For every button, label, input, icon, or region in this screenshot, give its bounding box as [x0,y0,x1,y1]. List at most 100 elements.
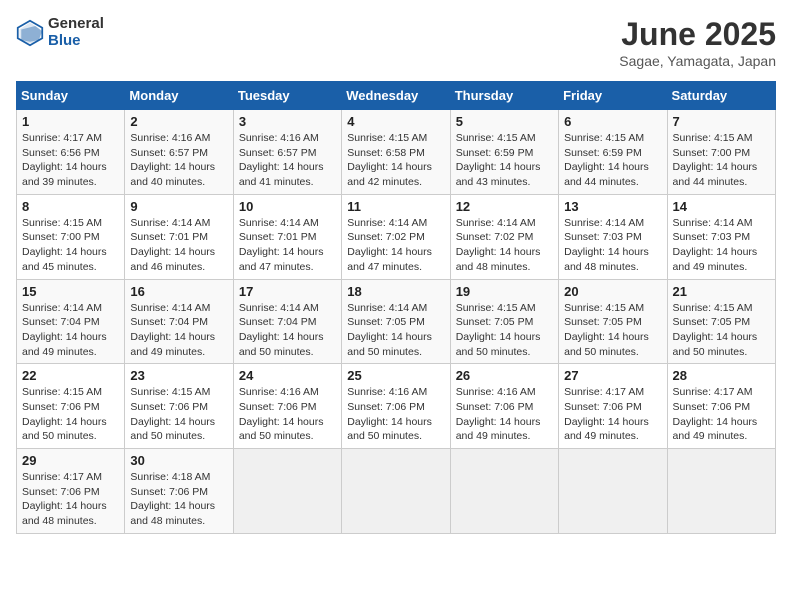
day-number: 30 [130,453,227,468]
sunset-label: Sunset: 6:59 PM [456,147,534,159]
daylight-label: Daylight: 14 hours and 39 minutes. [22,161,107,188]
daylight-label: Daylight: 14 hours and 42 minutes. [347,161,432,188]
day-info: Sunrise: 4:14 AM Sunset: 7:04 PM Dayligh… [22,301,119,360]
sunset-label: Sunset: 7:02 PM [347,231,425,243]
sunrise-label: Sunrise: 4:15 AM [347,132,427,144]
day-number: 27 [564,368,661,383]
day-info: Sunrise: 4:14 AM Sunset: 7:03 PM Dayligh… [673,216,770,275]
day-info: Sunrise: 4:15 AM Sunset: 6:59 PM Dayligh… [456,131,553,190]
sunset-label: Sunset: 7:06 PM [347,401,425,413]
daylight-label: Daylight: 14 hours and 49 minutes. [22,331,107,358]
sunset-label: Sunset: 7:01 PM [130,231,208,243]
sunset-label: Sunset: 7:06 PM [673,401,751,413]
day-info: Sunrise: 4:15 AM Sunset: 6:58 PM Dayligh… [347,131,444,190]
table-row: 27 Sunrise: 4:17 AM Sunset: 7:06 PM Dayl… [559,364,667,449]
sunset-label: Sunset: 7:00 PM [673,147,751,159]
daylight-label: Daylight: 14 hours and 48 minutes. [564,246,649,273]
table-row [559,449,667,534]
sunrise-label: Sunrise: 4:16 AM [130,132,210,144]
day-info: Sunrise: 4:16 AM Sunset: 7:06 PM Dayligh… [456,385,553,444]
table-row: 21 Sunrise: 4:15 AM Sunset: 7:05 PM Dayl… [667,279,775,364]
table-row: 28 Sunrise: 4:17 AM Sunset: 7:06 PM Dayl… [667,364,775,449]
sunset-label: Sunset: 7:06 PM [22,486,100,498]
sunset-label: Sunset: 6:58 PM [347,147,425,159]
sunrise-label: Sunrise: 4:17 AM [22,132,102,144]
day-info: Sunrise: 4:14 AM Sunset: 7:02 PM Dayligh… [456,216,553,275]
day-number: 10 [239,199,336,214]
day-info: Sunrise: 4:18 AM Sunset: 7:06 PM Dayligh… [130,470,227,529]
sunrise-label: Sunrise: 4:14 AM [673,217,753,229]
sunrise-label: Sunrise: 4:16 AM [239,386,319,398]
day-info: Sunrise: 4:15 AM Sunset: 7:00 PM Dayligh… [22,216,119,275]
sunrise-label: Sunrise: 4:17 AM [673,386,753,398]
table-row: 19 Sunrise: 4:15 AM Sunset: 7:05 PM Dayl… [450,279,558,364]
daylight-label: Daylight: 14 hours and 50 minutes. [673,331,758,358]
daylight-label: Daylight: 14 hours and 50 minutes. [239,331,324,358]
table-row [450,449,558,534]
day-number: 26 [456,368,553,383]
day-number: 11 [347,199,444,214]
calendar-title: June 2025 [619,16,776,53]
sunrise-label: Sunrise: 4:14 AM [22,302,102,314]
table-row: 30 Sunrise: 4:18 AM Sunset: 7:06 PM Dayl… [125,449,233,534]
sunrise-label: Sunrise: 4:15 AM [130,386,210,398]
sunrise-label: Sunrise: 4:18 AM [130,471,210,483]
sunset-label: Sunset: 7:05 PM [673,316,751,328]
sunrise-label: Sunrise: 4:15 AM [456,132,536,144]
table-row: 29 Sunrise: 4:17 AM Sunset: 7:06 PM Dayl… [17,449,125,534]
sunrise-label: Sunrise: 4:15 AM [673,132,753,144]
day-number: 17 [239,284,336,299]
sunset-label: Sunset: 7:04 PM [130,316,208,328]
table-row: 10 Sunrise: 4:14 AM Sunset: 7:01 PM Dayl… [233,194,341,279]
table-row: 8 Sunrise: 4:15 AM Sunset: 7:00 PM Dayli… [17,194,125,279]
daylight-label: Daylight: 14 hours and 49 minutes. [673,416,758,443]
day-info: Sunrise: 4:16 AM Sunset: 6:57 PM Dayligh… [239,131,336,190]
table-row: 3 Sunrise: 4:16 AM Sunset: 6:57 PM Dayli… [233,110,341,195]
sunset-label: Sunset: 7:00 PM [22,231,100,243]
daylight-label: Daylight: 14 hours and 50 minutes. [564,331,649,358]
day-number: 23 [130,368,227,383]
daylight-label: Daylight: 14 hours and 44 minutes. [673,161,758,188]
day-info: Sunrise: 4:14 AM Sunset: 7:05 PM Dayligh… [347,301,444,360]
daylight-label: Daylight: 14 hours and 45 minutes. [22,246,107,273]
table-row: 6 Sunrise: 4:15 AM Sunset: 6:59 PM Dayli… [559,110,667,195]
header-thursday: Thursday [450,82,558,110]
daylight-label: Daylight: 14 hours and 49 minutes. [673,246,758,273]
sunset-label: Sunset: 7:02 PM [456,231,534,243]
sunset-label: Sunset: 7:05 PM [564,316,642,328]
sunrise-label: Sunrise: 4:15 AM [22,386,102,398]
day-info: Sunrise: 4:16 AM Sunset: 7:06 PM Dayligh… [239,385,336,444]
calendar-row: 8 Sunrise: 4:15 AM Sunset: 7:00 PM Dayli… [17,194,776,279]
daylight-label: Daylight: 14 hours and 50 minutes. [456,331,541,358]
day-number: 20 [564,284,661,299]
daylight-label: Daylight: 14 hours and 49 minutes. [564,416,649,443]
table-row [342,449,450,534]
calendar-row: 1 Sunrise: 4:17 AM Sunset: 6:56 PM Dayli… [17,110,776,195]
sunrise-label: Sunrise: 4:15 AM [564,302,644,314]
table-row: 2 Sunrise: 4:16 AM Sunset: 6:57 PM Dayli… [125,110,233,195]
sunrise-label: Sunrise: 4:14 AM [130,302,210,314]
table-row: 24 Sunrise: 4:16 AM Sunset: 7:06 PM Dayl… [233,364,341,449]
daylight-label: Daylight: 14 hours and 41 minutes. [239,161,324,188]
day-number: 24 [239,368,336,383]
day-info: Sunrise: 4:15 AM Sunset: 7:05 PM Dayligh… [673,301,770,360]
day-number: 14 [673,199,770,214]
table-row: 12 Sunrise: 4:14 AM Sunset: 7:02 PM Dayl… [450,194,558,279]
sunset-label: Sunset: 7:06 PM [239,401,317,413]
sunset-label: Sunset: 7:04 PM [239,316,317,328]
sunset-label: Sunset: 7:04 PM [22,316,100,328]
sunrise-label: Sunrise: 4:14 AM [456,217,536,229]
day-info: Sunrise: 4:15 AM Sunset: 6:59 PM Dayligh… [564,131,661,190]
sunrise-label: Sunrise: 4:15 AM [673,302,753,314]
day-info: Sunrise: 4:17 AM Sunset: 7:06 PM Dayligh… [673,385,770,444]
table-row: 4 Sunrise: 4:15 AM Sunset: 6:58 PM Dayli… [342,110,450,195]
table-row [233,449,341,534]
sunset-label: Sunset: 6:56 PM [22,147,100,159]
day-number: 18 [347,284,444,299]
day-number: 13 [564,199,661,214]
day-info: Sunrise: 4:14 AM Sunset: 7:02 PM Dayligh… [347,216,444,275]
table-row: 16 Sunrise: 4:14 AM Sunset: 7:04 PM Dayl… [125,279,233,364]
daylight-label: Daylight: 14 hours and 49 minutes. [130,331,215,358]
calendar-subtitle: Sagae, Yamagata, Japan [619,53,776,69]
sunrise-label: Sunrise: 4:14 AM [347,302,427,314]
